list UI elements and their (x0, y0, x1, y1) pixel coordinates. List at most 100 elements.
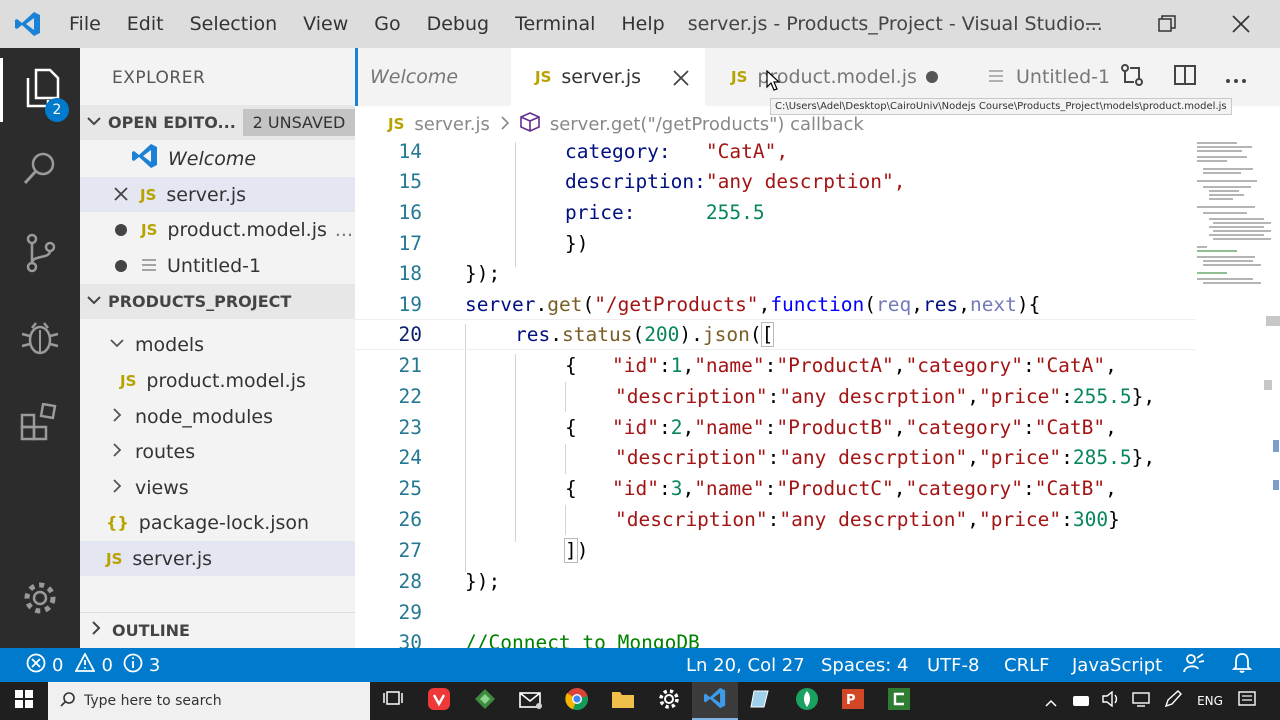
code-text: { "id":1,"name":"ProductA","category":"C… (565, 354, 1117, 377)
source-control-activity[interactable] (0, 223, 80, 287)
tab-welcome[interactable]: Welcome (355, 48, 511, 106)
manage-activity[interactable] (0, 568, 80, 632)
notifications-button[interactable] (1231, 648, 1253, 682)
menu-debug[interactable]: Debug (414, 0, 502, 48)
taskbar-search[interactable]: Type here to search (48, 682, 370, 720)
input-language[interactable]: ENG (1192, 682, 1228, 720)
pen-button[interactable] (1160, 682, 1186, 720)
menu-go[interactable]: Go (361, 0, 413, 48)
tree-folder-node-modules[interactable]: node_modules (80, 399, 355, 434)
taskbar-app-chrome[interactable] (554, 682, 600, 720)
search-activity[interactable] (0, 138, 80, 202)
taskbar-app-explorer[interactable] (600, 682, 646, 720)
tree-file-product-model[interactable]: JS product.model.js (80, 363, 355, 398)
menu-file[interactable]: File (56, 0, 114, 48)
scrollbar-thumb[interactable] (1266, 316, 1280, 326)
menu-selection[interactable]: Selection (177, 0, 291, 48)
menu-terminal[interactable]: Terminal (502, 0, 608, 48)
feedback-button[interactable] (1183, 648, 1205, 682)
menu-edit[interactable]: Edit (114, 0, 177, 48)
taskbar-app-notepad[interactable] (738, 682, 784, 720)
start-button[interactable] (0, 682, 48, 720)
cursor-position[interactable]: Ln 20, Col 27 (686, 648, 805, 682)
show-hidden-icons-button[interactable] (1040, 682, 1062, 720)
source-control-icon (22, 233, 58, 277)
debug-activity[interactable] (0, 308, 80, 372)
tab-server-js[interactable]: JS server.js (511, 48, 705, 106)
tab-label: Untitled-1 (1016, 66, 1111, 88)
line-number: 26 (398, 508, 422, 531)
taskbar-app-vscode[interactable] (692, 682, 738, 720)
open-editor-untitled[interactable]: Untitled-1 (80, 248, 355, 283)
line-number: 16 (398, 201, 422, 224)
tree-file-server-js[interactable]: JS server.js (80, 541, 355, 576)
tray-icon-1[interactable] (1068, 682, 1094, 720)
code-line: 18 }); (355, 258, 1255, 289)
open-editor-welcome[interactable]: Welcome (80, 141, 355, 176)
warning-count: 0 (101, 654, 113, 676)
restore-button[interactable] (1130, 0, 1204, 48)
search-icon (60, 691, 76, 711)
indentation-status[interactable]: Spaces: 4 (821, 648, 908, 682)
code-line: 26 "description":"any descrption","price… (355, 504, 1255, 535)
taskbar-app-2[interactable] (784, 682, 830, 720)
minimap[interactable] (1195, 142, 1280, 648)
problems-status[interactable]: 0 0 3 (26, 648, 160, 682)
code-text: }) (565, 232, 589, 255)
code-line-current: 20 res.status(200).json([ (355, 319, 1255, 350)
chevron-down-icon (86, 292, 102, 312)
tree-folder-models[interactable]: models (80, 327, 355, 362)
tab-label: server.js (561, 66, 642, 88)
code-comment: //Connect to MongoDB (465, 631, 700, 648)
project-header[interactable]: PRODUCTS_PROJECT (80, 284, 355, 319)
breadcrumb-file[interactable]: server.js (414, 114, 489, 135)
tab-label: Welcome (370, 66, 459, 88)
task-view-button[interactable] (370, 682, 416, 720)
unsaved-dot-icon (115, 223, 127, 236)
taskbar-app-3[interactable] (876, 682, 922, 720)
tree-folder-routes[interactable]: routes (80, 434, 355, 469)
volume-button[interactable] (1098, 682, 1124, 720)
taskbar-app-1[interactable] (462, 682, 508, 720)
network-button[interactable] (1128, 682, 1154, 720)
unsaved-dot-icon (115, 259, 127, 272)
bell-icon (1231, 652, 1253, 679)
close-icon[interactable] (114, 184, 128, 206)
open-editor-product-model[interactable]: JS product.model.js ... (80, 212, 355, 247)
ellipsis-icon (1225, 65, 1247, 89)
menu-view[interactable]: View (290, 0, 361, 48)
lines-icon (988, 66, 1004, 88)
code-line: 15 description:"any descrption", (355, 166, 1255, 197)
action-center-button[interactable] (1232, 682, 1262, 720)
tree-file-package-lock[interactable]: {} package-lock.json (80, 505, 355, 540)
extensions-activity[interactable] (0, 393, 80, 457)
encoding-status[interactable]: UTF-8 (927, 648, 979, 682)
taskbar-app-powerpoint[interactable]: P (830, 682, 876, 720)
menu-help[interactable]: Help (608, 0, 677, 48)
line-number: 28 (398, 570, 422, 593)
tree-folder-views[interactable]: views (80, 470, 355, 505)
code-line: 19 server.get("/getProducts",function(re… (355, 289, 1255, 320)
open-editors-header[interactable]: OPEN EDITO... 2 UNSAVED (80, 105, 355, 140)
close-icon[interactable] (673, 69, 689, 91)
breadcrumb-symbol[interactable]: server.get("/getProducts") callback (550, 114, 864, 135)
open-editor-server-js[interactable]: JS server.js (80, 177, 355, 212)
minimize-button[interactable] (1056, 0, 1130, 48)
line-number: 21 (398, 354, 422, 377)
eol-status[interactable]: CRLF (1004, 648, 1049, 682)
taskbar-app-mail[interactable] (508, 682, 554, 720)
language-mode[interactable]: JavaScript (1072, 648, 1162, 682)
taskbar-app-vivaldi[interactable] (416, 682, 462, 720)
code-line: 21 { "id":1,"name":"ProductA","category"… (355, 350, 1255, 381)
feedback-icon (1183, 652, 1205, 679)
outline-header[interactable]: OUTLINE (80, 612, 355, 647)
code-line: 27 ]) (355, 535, 1255, 566)
code-text: ]) (564, 538, 589, 563)
close-window-button[interactable] (1204, 0, 1278, 48)
code-editor[interactable]: 14 category: "CatA", 15 description:"any… (355, 142, 1255, 648)
code-line: 23 { "id":2,"name":"ProductB","category"… (355, 412, 1255, 443)
line-number: 27 (398, 539, 422, 562)
search-placeholder: Type here to search (84, 693, 222, 709)
taskbar-app-settings[interactable] (646, 682, 692, 720)
explorer-activity[interactable]: 2 (0, 58, 80, 122)
